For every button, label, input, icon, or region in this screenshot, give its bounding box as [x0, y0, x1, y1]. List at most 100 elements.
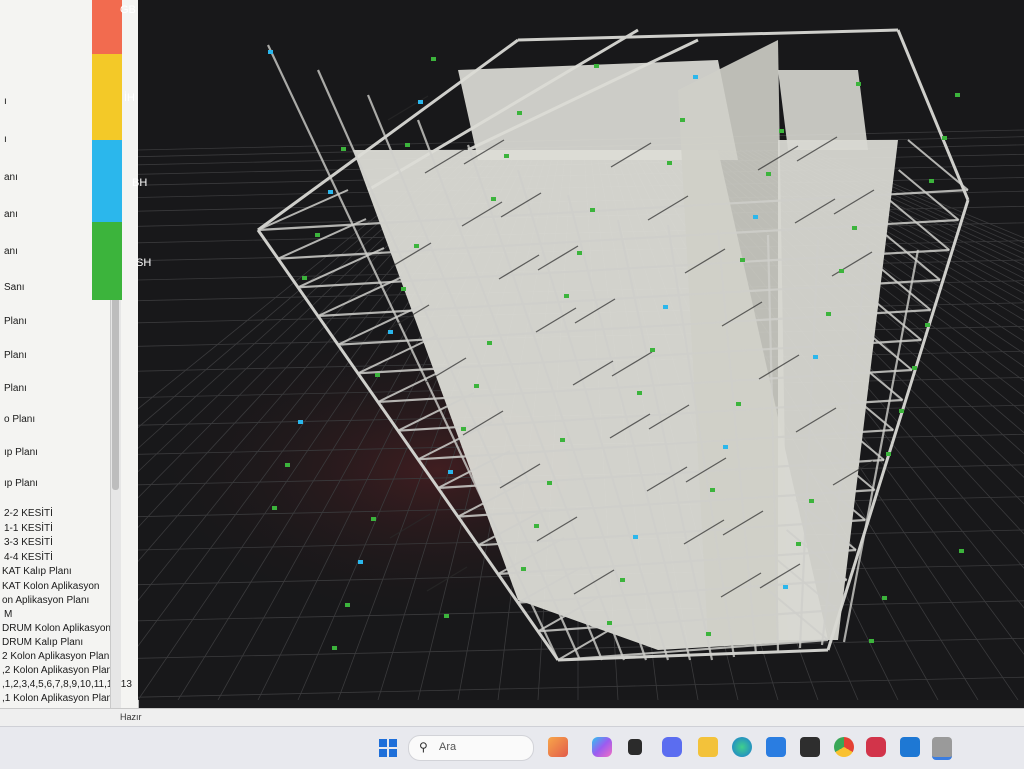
- status-bar: Hazır: [0, 708, 1024, 727]
- legend-swatch-sh: [92, 222, 122, 300]
- node-marker: [444, 614, 449, 618]
- node-marker: [358, 560, 363, 564]
- node-marker: [448, 470, 453, 474]
- tree-item[interactable]: 3-3 KESİTİ: [4, 537, 53, 548]
- node-marker: [534, 524, 539, 528]
- copilot-icon[interactable]: [592, 737, 612, 757]
- legend-label-sh: SH: [136, 257, 152, 269]
- node-marker: [852, 226, 857, 230]
- windows-start-icon[interactable]: [378, 738, 398, 758]
- node-marker: [272, 506, 277, 510]
- node-marker: [779, 129, 784, 133]
- node-marker: [783, 585, 788, 589]
- tree-item[interactable]: on Aplikasyon Planı: [2, 595, 89, 606]
- tree-item[interactable]: Planı: [4, 316, 27, 327]
- xbox-icon[interactable]: [800, 737, 820, 757]
- mail-icon[interactable]: [900, 737, 920, 757]
- node-marker: [594, 64, 599, 68]
- node-marker: [401, 287, 406, 291]
- legend-label-gb: GB: [120, 4, 136, 16]
- tree-item[interactable]: ıp Planı: [4, 447, 38, 458]
- node-marker: [650, 348, 655, 352]
- node-marker: [766, 172, 771, 176]
- legend-label-ih: İH: [124, 92, 135, 104]
- node-marker: [405, 143, 410, 147]
- status-text: Hazır: [120, 712, 142, 722]
- search-placeholder: Ara: [439, 741, 457, 753]
- tree-item[interactable]: anı: [4, 172, 18, 183]
- node-marker: [298, 420, 303, 424]
- node-marker: [547, 481, 552, 485]
- node-marker: [345, 603, 350, 607]
- node-marker: [706, 632, 711, 636]
- node-marker: [912, 366, 917, 370]
- tree-item[interactable]: ,1 Kolon Aplikasyon Planı: [2, 693, 115, 704]
- node-marker: [813, 355, 818, 359]
- chrome-icon[interactable]: [834, 737, 854, 757]
- tree-item[interactable]: Planı: [4, 350, 27, 361]
- node-marker: [302, 276, 307, 280]
- tree-item[interactable]: ı: [4, 134, 7, 145]
- node-marker: [942, 136, 947, 140]
- legend-swatch-bh: [92, 140, 122, 222]
- node-marker: [564, 294, 569, 298]
- edge-icon[interactable]: [732, 737, 752, 757]
- node-marker: [959, 549, 964, 553]
- node-marker: [886, 452, 891, 456]
- node-marker: [315, 233, 320, 237]
- tree-item[interactable]: DRUM Kolon Aplikasyon: [2, 623, 111, 634]
- node-marker: [796, 542, 801, 546]
- tree-item[interactable]: 2 Kolon Aplikasyon Planı: [2, 651, 112, 662]
- widgets-icon[interactable]: [548, 737, 568, 757]
- taskbar-search-box[interactable]: ⚲ Ara: [408, 735, 534, 761]
- file-explorer-icon[interactable]: [698, 737, 718, 757]
- node-marker: [521, 567, 526, 571]
- node-marker: [925, 323, 930, 327]
- tree-item[interactable]: ı: [4, 96, 7, 107]
- node-marker: [504, 154, 509, 158]
- node-marker: [560, 438, 565, 442]
- tree-item[interactable]: 1-1 KESİTİ: [4, 523, 53, 534]
- node-marker: [285, 463, 290, 467]
- node-marker: [607, 621, 612, 625]
- node-marker: [723, 445, 728, 449]
- task-view-icon[interactable]: [628, 739, 642, 755]
- tree-item[interactable]: 4-4 KESİTİ: [4, 552, 53, 563]
- node-marker: [375, 373, 380, 377]
- tree-item[interactable]: anı: [4, 246, 18, 257]
- tree-item[interactable]: DRUM Kalıp Planı: [2, 637, 83, 648]
- node-marker: [740, 258, 745, 262]
- node-marker: [882, 596, 887, 600]
- node-marker: [929, 179, 934, 183]
- app-icon[interactable]: [866, 737, 886, 757]
- tree-item[interactable]: ıp Planı: [4, 478, 38, 489]
- legend-label-bh: BH: [132, 177, 148, 189]
- node-marker: [753, 215, 758, 219]
- tree-item[interactable]: M: [4, 609, 12, 620]
- chat-icon[interactable]: [662, 737, 682, 757]
- node-marker: [517, 111, 522, 115]
- tree-item[interactable]: ,2 Kolon Aplikasyon Planı: [2, 665, 115, 676]
- node-marker: [899, 409, 904, 413]
- legend-swatch-gb: [92, 0, 122, 54]
- node-marker: [839, 269, 844, 273]
- tree-item[interactable]: KAT Kalıp Planı: [2, 566, 72, 577]
- tree-item[interactable]: o Planı: [4, 414, 35, 425]
- idecad-icon[interactable]: [932, 737, 952, 760]
- tree-item[interactable]: Planı: [4, 383, 27, 394]
- node-marker: [332, 646, 337, 650]
- node-marker: [388, 330, 393, 334]
- store-icon[interactable]: [766, 737, 786, 757]
- color-legend: [88, 0, 128, 300]
- tree-item[interactable]: 2-2 KESİTİ: [4, 508, 53, 519]
- 3d-scene[interactable]: [138, 0, 1024, 700]
- shear-wall: [778, 70, 868, 150]
- node-marker: [809, 499, 814, 503]
- node-marker: [371, 517, 376, 521]
- node-marker: [620, 578, 625, 582]
- tree-item[interactable]: KAT Kolon Aplikasyon: [2, 581, 99, 592]
- node-marker: [663, 305, 668, 309]
- tree-item[interactable]: anı: [4, 209, 18, 220]
- 3d-viewport[interactable]: [138, 0, 1024, 700]
- tree-item[interactable]: Sanı: [4, 282, 25, 293]
